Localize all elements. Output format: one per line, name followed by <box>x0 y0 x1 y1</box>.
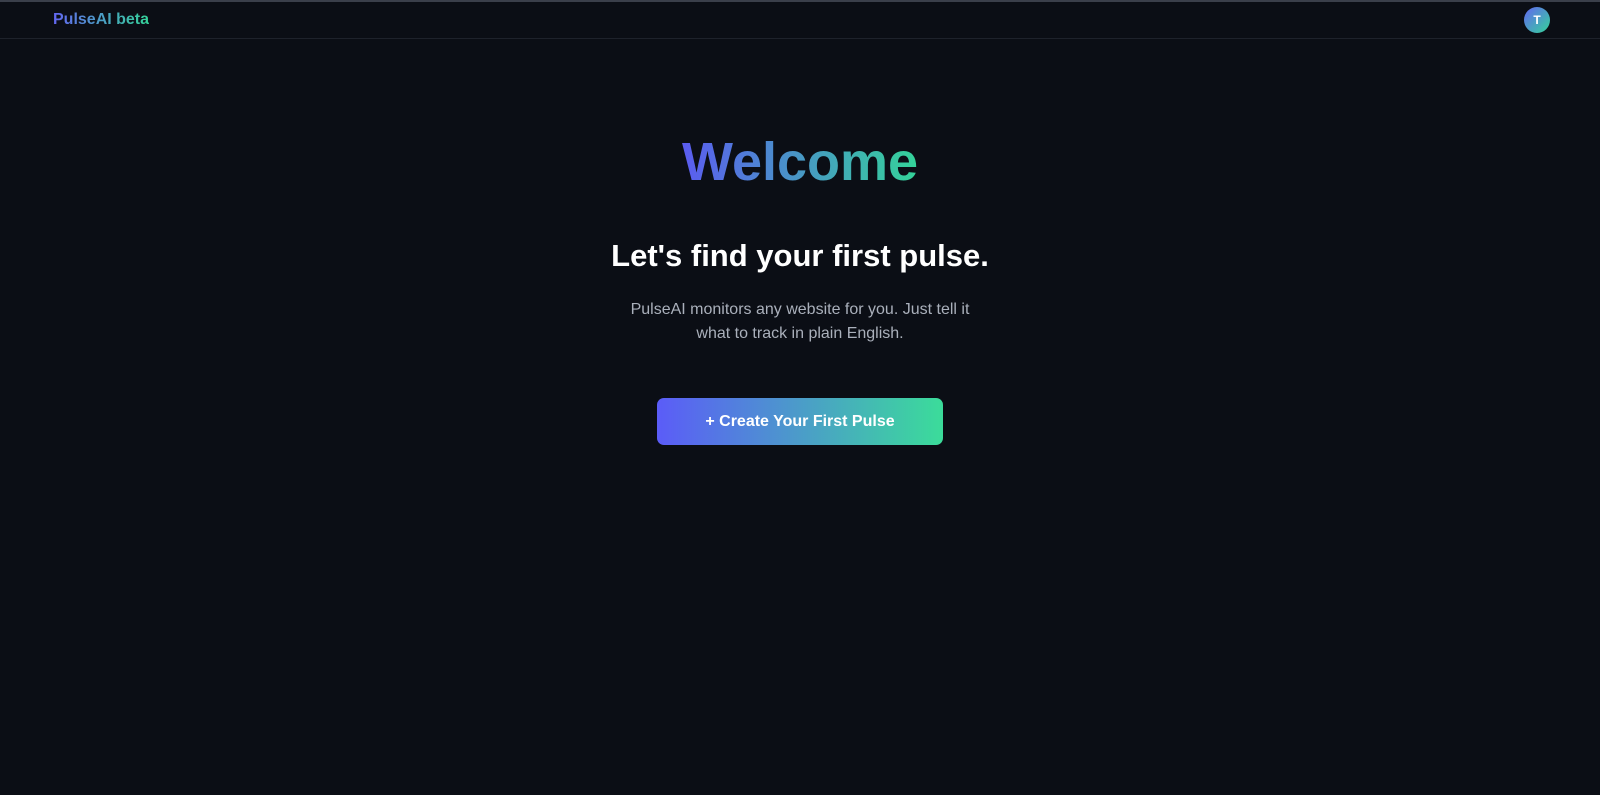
welcome-description: PulseAI monitors any website for you. Ju… <box>630 301 970 342</box>
welcome-section: Welcome Let's find your first pulse. Pul… <box>0 40 1600 445</box>
create-first-pulse-button[interactable]: + Create Your First Pulse <box>657 398 943 445</box>
brand-logo[interactable]: PulseAI beta <box>53 11 149 29</box>
user-avatar[interactable]: T <box>1524 7 1550 33</box>
top-navbar: PulseAI beta T <box>0 2 1600 39</box>
welcome-subheading: Let's find your first pulse. <box>611 238 989 273</box>
welcome-title: Welcome <box>681 132 919 192</box>
